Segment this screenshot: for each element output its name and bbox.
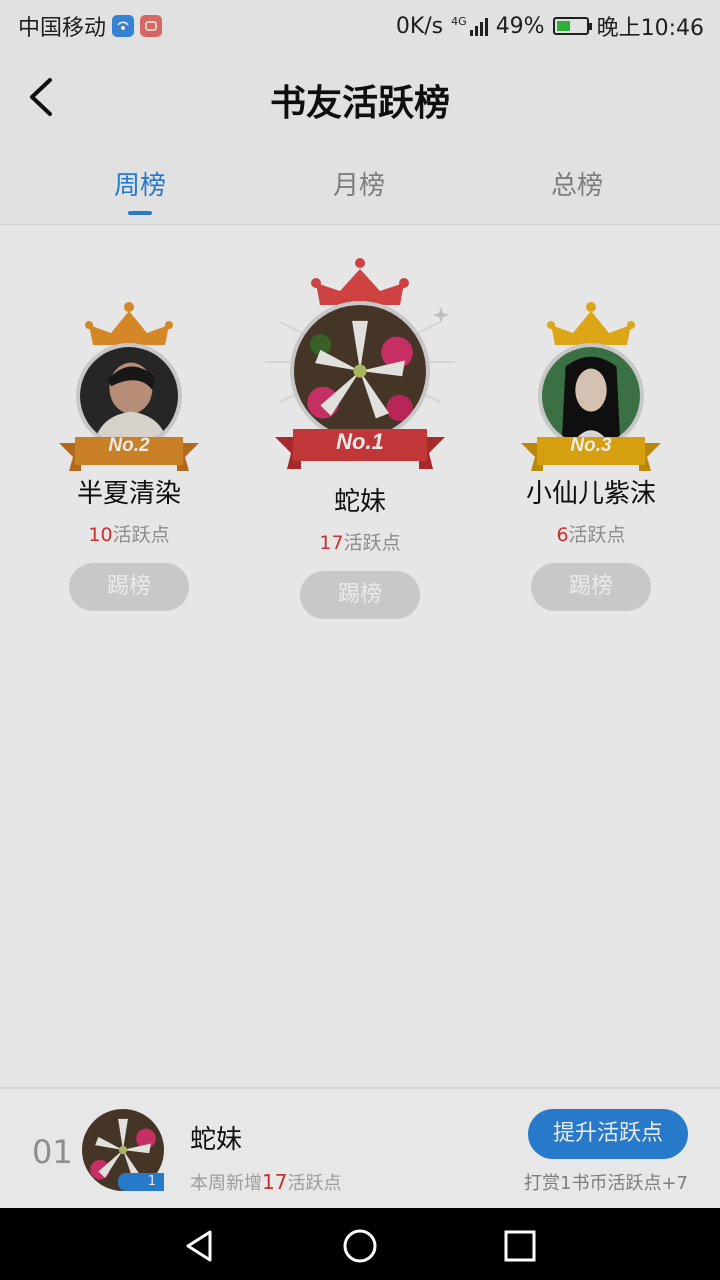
points-value: 10 <box>88 524 113 546</box>
leaderboard-podium: No.2 半夏清染 10活跃点 踢榜 No.1 蛇妹 17活跃点 踢榜 No.3… <box>0 225 720 1087</box>
podium-rank-2: No.2 半夏清染 10活跃点 踢榜 <box>54 301 204 611</box>
square-recents-icon <box>504 1230 536 1262</box>
fan-level-badge: 1 <box>140 1173 164 1191</box>
tab-label: 总榜 <box>550 171 603 201</box>
active-points: 17活跃点 <box>265 528 455 555</box>
signal-icon: 4G <box>451 16 488 36</box>
my-weekly-new-points: 本周新增17活跃点 <box>190 1169 341 1195</box>
page-title: 书友活跃榜 <box>269 82 450 124</box>
rank-label: No.1 <box>336 429 384 454</box>
nav-back-button[interactable] <box>180 1226 220 1266</box>
tab-label: 周榜 <box>113 171 166 201</box>
my-name: 蛇妹 <box>190 1125 243 1155</box>
active-tab-indicator <box>128 211 152 215</box>
rank-label: No.3 <box>570 435 612 456</box>
notification-app-icon <box>140 15 163 37</box>
points-suffix: 活跃点 <box>112 524 170 546</box>
active-points: 10活跃点 <box>54 520 204 547</box>
nav-home-button[interactable] <box>340 1226 380 1266</box>
tab-label: 月榜 <box>332 171 385 201</box>
new-suffix: 活跃点 <box>287 1173 342 1194</box>
tab-monthly[interactable]: 月榜 <box>279 165 439 202</box>
points-value: 6 <box>556 524 569 546</box>
app-header: 书友活跃榜 <box>0 50 720 145</box>
status-bar: 中国移动 0K/s 4G 49% 晚上10:46 <box>0 0 720 50</box>
system-nav-bar <box>0 1208 720 1280</box>
clock: 晚上10:46 <box>596 16 704 41</box>
points-value: 17 <box>319 532 344 554</box>
points-suffix: 活跃点 <box>568 524 626 546</box>
user-name: 半夏清染 <box>76 479 181 509</box>
tab-weekly[interactable]: 周榜 <box>60 165 220 215</box>
tab-bar: 周榜 月榜 总榜 <box>0 145 720 225</box>
user-name: 小仙儿紫沫 <box>525 479 656 509</box>
fan-level-icon <box>118 1173 140 1191</box>
boost-points-button[interactable]: 提升活跃点 <box>528 1109 688 1159</box>
avatar[interactable] <box>290 301 430 441</box>
podium-rank-3: No.3 小仙儿紫沫 6活跃点 踢榜 <box>516 301 666 611</box>
network-speed: 0K/s <box>395 13 444 39</box>
kick-button[interactable]: 踢榜 <box>531 563 651 611</box>
podium-rank-1: No.1 蛇妹 17活跃点 踢榜 <box>265 257 455 619</box>
points-suffix: 活跃点 <box>343 532 401 554</box>
rank-label: No.2 <box>108 435 150 456</box>
battery-percent: 49% <box>495 13 545 39</box>
my-rank-bar: 01 1 蛇妹 本周新增17活跃点 提升活跃点 打赏1书币活跃点+7 <box>0 1087 720 1207</box>
circle-home-icon <box>343 1229 377 1263</box>
wifi-hotspot-icon <box>112 15 135 37</box>
kick-button[interactable]: 踢榜 <box>69 563 189 611</box>
reward-hint: 打赏1书币活跃点+7 <box>524 1173 688 1194</box>
triangle-back-icon <box>186 1230 212 1262</box>
active-points: 6活跃点 <box>516 520 666 547</box>
new-prefix: 本周新增 <box>190 1173 262 1194</box>
nav-recents-button[interactable] <box>500 1226 540 1266</box>
new-points-value: 17 <box>262 1170 288 1194</box>
carrier-label: 中国移动 <box>18 16 107 41</box>
network-type-label: 4G <box>451 15 467 28</box>
user-name: 蛇妹 <box>333 487 386 517</box>
kick-button[interactable]: 踢榜 <box>300 571 420 619</box>
battery-icon <box>552 17 592 35</box>
my-rank-number: 01 <box>32 1133 73 1171</box>
tab-total[interactable]: 总榜 <box>497 165 657 202</box>
